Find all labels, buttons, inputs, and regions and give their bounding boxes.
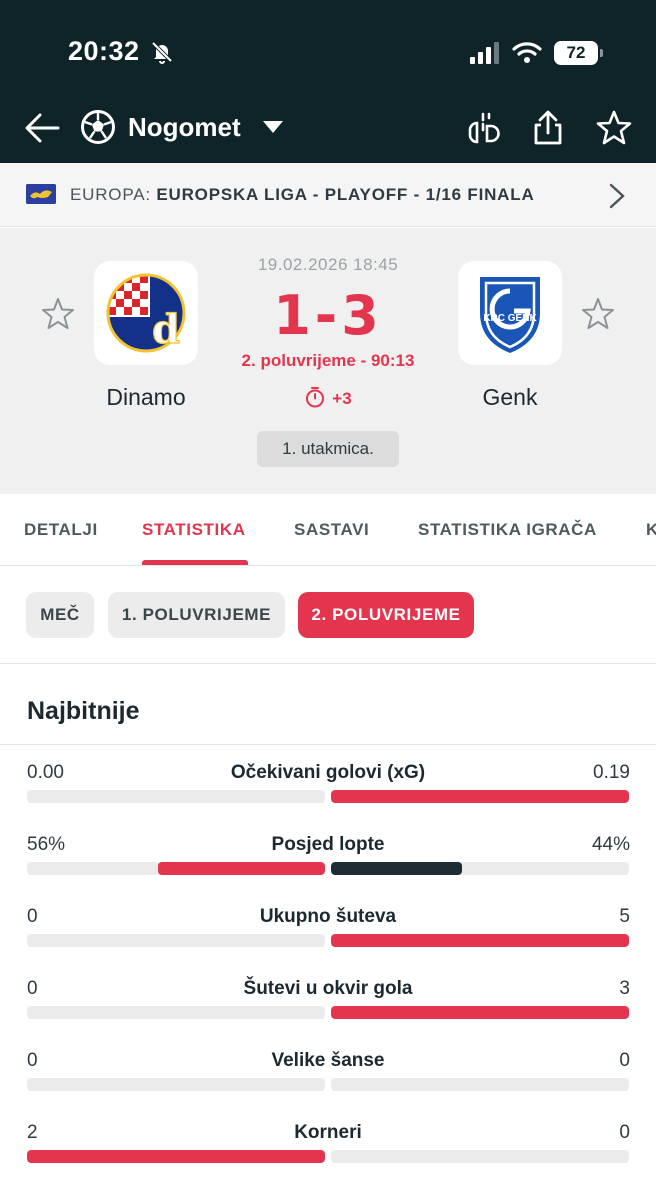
tab-more[interactable]: K — [646, 520, 656, 540]
tab-statistics[interactable]: STATISTIKA — [142, 520, 246, 540]
stat-row: 0 Velike šanse 0 — [0, 1050, 656, 1122]
stat-away-bar — [331, 1150, 629, 1163]
period-chip-second-half[interactable]: 2. POLUVRIJEME — [298, 592, 474, 638]
away-team-crest[interactable]: KRC GENK — [458, 261, 562, 365]
stat-home-bar — [27, 1006, 325, 1019]
genk-crest-text: KRC GENK — [483, 313, 537, 324]
stat-label: Velike šanse — [271, 1050, 385, 1071]
stat-home-bar — [27, 862, 325, 875]
tab-details[interactable]: DETALJI — [24, 520, 98, 540]
stat-away-fill — [331, 862, 463, 875]
stat-away-bar — [331, 862, 629, 875]
period-chip-match[interactable]: MEČ — [26, 592, 94, 638]
added-time-value: +3 — [332, 389, 352, 408]
stat-away-value: 0 — [619, 1050, 630, 1071]
stat-away-bar — [331, 790, 629, 803]
caret-down-icon[interactable] — [262, 120, 284, 134]
period-chip-first-half[interactable]: 1. POLUVRIJEME — [108, 592, 285, 638]
stat-away-bar — [331, 934, 629, 947]
signal-icon — [470, 42, 499, 64]
stat-label: Šutevi u okvir gola — [243, 978, 413, 999]
stat-row: 0 Ukupno šuteva 5 — [0, 906, 656, 978]
competition-name: EUROPSKA LIGA - PLAYOFF - 1/16 FINALA — [156, 185, 535, 204]
stat-label: Posjed lopte — [271, 834, 385, 855]
away-favorite-star-icon[interactable] — [580, 296, 616, 332]
bell-muted-icon — [151, 41, 173, 64]
app-header: 20:32 72 Nogomet — [0, 0, 656, 163]
chevron-right-icon[interactable] — [606, 183, 628, 209]
competition-row[interactable]: EUROPA: EUROPSKA LIGA - PLAYOFF - 1/16 F… — [0, 163, 656, 227]
wifi-icon — [512, 42, 542, 63]
back-arrow-icon[interactable] — [22, 108, 62, 148]
football-icon[interactable] — [80, 109, 116, 145]
section-title: Najbitnije — [27, 697, 140, 725]
stat-away-fill — [331, 790, 629, 803]
stat-row: 0 Šutevi u okvir gola 3 — [0, 978, 656, 1050]
period-filter: MEČ 1. POLUVRIJEME 2. POLUVRIJEME — [0, 566, 656, 664]
stat-row: 56% Posjed lopte 44% — [0, 834, 656, 906]
stat-row: 0.00 Očekivani golovi (xG) 0.19 — [0, 762, 656, 834]
stat-away-fill — [331, 934, 629, 947]
status-time: 20:32 — [68, 36, 140, 66]
stat-row: 2 Korneri 0 — [0, 1122, 656, 1194]
tab-lineups[interactable]: SASTAVI — [294, 520, 369, 540]
stat-away-bar — [331, 1006, 629, 1019]
stat-away-value: 44% — [591, 834, 630, 855]
favorite-star-icon[interactable] — [594, 108, 634, 148]
leg-badge: 1. utakmica. — [257, 431, 399, 467]
stat-home-bar — [27, 1078, 325, 1091]
competition-region: EUROPA: — [70, 185, 151, 204]
stat-home-bar — [27, 1150, 325, 1163]
stat-away-bar — [331, 1078, 629, 1091]
match-header: d Dinamo 19.02.2026 18:45 1-3 2. poluvri… — [0, 228, 656, 494]
stat-away-value: 0.19 — [593, 762, 630, 783]
stat-home-fill — [27, 1150, 325, 1163]
stat-away-value: 5 — [619, 906, 630, 927]
stat-label: Očekivani golovi (xG) — [230, 762, 426, 783]
stat-home-bar — [27, 934, 325, 947]
active-tab-indicator — [142, 560, 248, 565]
stat-away-value: 0 — [619, 1122, 630, 1143]
share-icon[interactable] — [528, 108, 568, 148]
competition-label: EUROPA: EUROPSKA LIGA - PLAYOFF - 1/16 F… — [70, 185, 535, 205]
away-team-name[interactable]: Genk — [430, 384, 590, 411]
genk-crest-icon: KRC GENK — [480, 277, 540, 353]
sport-selector-title[interactable]: Nogomet — [128, 112, 241, 143]
stat-label: Korneri — [294, 1122, 362, 1143]
stat-label: Ukupno šuteva — [259, 906, 397, 927]
tab-player-stats[interactable]: STATISTIKA IGRAČA — [418, 520, 597, 540]
stat-away-fill — [331, 1006, 629, 1019]
stat-away-value: 3 — [619, 978, 630, 999]
stat-home-fill — [158, 862, 325, 875]
europa-league-flag-icon — [26, 184, 56, 204]
match-tabs: DETALJI STATISTIKA SASTAVI STATISTIKA IG… — [0, 494, 656, 566]
battery-indicator: 72 — [554, 41, 603, 65]
stopwatch-icon — [306, 387, 325, 408]
tv-listing-icon[interactable] — [464, 108, 504, 148]
divider — [0, 744, 656, 745]
stat-home-bar — [27, 790, 325, 803]
